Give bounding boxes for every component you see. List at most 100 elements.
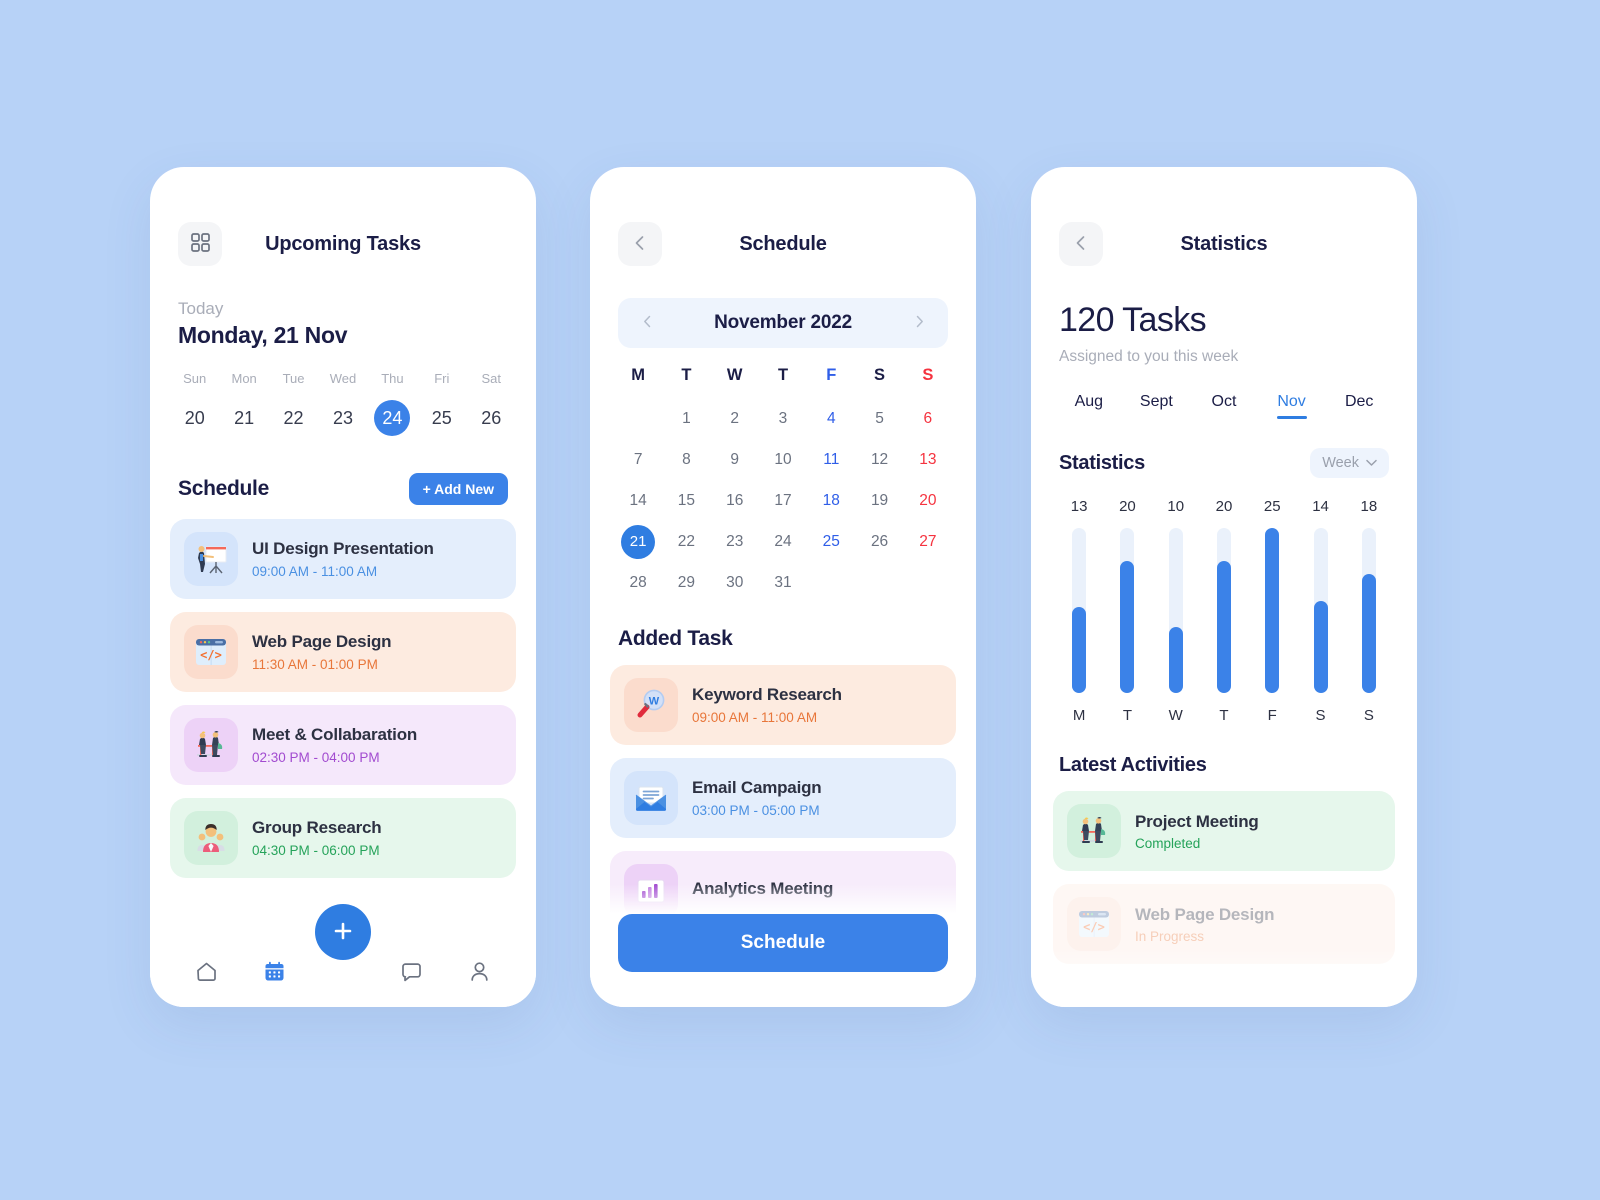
- calendar-weekday-header: S: [922, 366, 934, 384]
- calendar-day[interactable]: 26: [855, 525, 903, 559]
- back-button[interactable]: [618, 222, 662, 266]
- calendar-day[interactable]: 6: [904, 402, 952, 436]
- presentation-icon: [184, 532, 238, 586]
- task-card[interactable]: Email Campaign 03:00 PM - 05:00 PM: [610, 758, 956, 838]
- chevron-right-icon: [912, 314, 927, 332]
- nav-home[interactable]: [172, 959, 240, 987]
- calendar-day[interactable]: 20: [904, 484, 952, 518]
- calendar-day[interactable]: 24: [759, 525, 807, 559]
- chevron-left-icon: [631, 234, 649, 255]
- week-day-wed[interactable]: Wed 23: [318, 371, 367, 436]
- envelope-icon: [624, 771, 678, 825]
- calendar-day[interactable]: 13: [904, 443, 952, 477]
- calendar-day-empty: [904, 566, 952, 600]
- calendar-day[interactable]: 12: [855, 443, 903, 477]
- calendar-day[interactable]: 22: [662, 525, 710, 559]
- chart-bar-fill: [1361, 574, 1376, 693]
- nav-calendar[interactable]: [240, 959, 308, 987]
- task-card[interactable]: Group Research 04:30 PM - 06:00 PM: [170, 798, 516, 878]
- card-text: Email Campaign 03:00 PM - 05:00 PM: [692, 778, 822, 818]
- range-selector[interactable]: Week: [1310, 448, 1389, 478]
- chart-bar-track[interactable]: [1313, 528, 1328, 693]
- schedule-button[interactable]: Schedule: [618, 914, 948, 972]
- screen-upcoming-tasks: Upcoming Tasks Today Monday, 21 Nov Sun 2…: [150, 167, 536, 1007]
- calendar-day[interactable]: 19: [855, 484, 903, 518]
- canvas: Upcoming Tasks Today Monday, 21 Nov Sun 2…: [0, 0, 1600, 1200]
- back-button[interactable]: [1059, 222, 1103, 266]
- chat-icon: [399, 959, 424, 987]
- calendar-day[interactable]: 11: [807, 443, 855, 477]
- chevron-down-icon: [1366, 455, 1377, 471]
- tab-oct[interactable]: Oct: [1190, 393, 1258, 419]
- calendar-day[interactable]: 25: [807, 525, 855, 559]
- activity-name: Project Meeting: [1135, 811, 1259, 831]
- task-card[interactable]: </> Web Page Design 11:30 AM - 01:00 PM: [170, 612, 516, 692]
- calendar-day[interactable]: 1: [662, 402, 710, 436]
- calendar-day[interactable]: 5: [855, 402, 903, 436]
- chart-value-label: 18: [1360, 498, 1378, 515]
- calendar-day[interactable]: 4: [807, 402, 855, 436]
- calendar-day[interactable]: 9: [711, 443, 759, 477]
- chart-bar-track[interactable]: [1361, 528, 1376, 693]
- activity-card[interactable]: </> Web Page Design In Progress: [1053, 884, 1395, 964]
- calendar-weekday-header: T: [681, 366, 692, 384]
- week-day-mon[interactable]: Mon 21: [219, 371, 268, 436]
- calendar-day[interactable]: 7: [614, 443, 662, 477]
- calendar-day[interactable]: 31: [759, 566, 807, 600]
- activity-card[interactable]: Project Meeting Completed: [1053, 791, 1395, 871]
- chart-bar-track[interactable]: [1120, 528, 1135, 693]
- calendar-day[interactable]: 10: [759, 443, 807, 477]
- prev-month-button[interactable]: [636, 312, 658, 334]
- tab-dec[interactable]: Dec: [1325, 393, 1393, 419]
- chart-bar-track[interactable]: [1216, 528, 1231, 693]
- calendar-grid: M T W T F S S 1 2 3 4 5 6 7 8 9 10 11 12 13 14 15 16 17 18 19 20 21…: [614, 366, 952, 600]
- week-day-tue[interactable]: Tue 22: [269, 371, 318, 436]
- chart-column: 20 T: [1103, 498, 1151, 724]
- tab-aug[interactable]: Aug: [1055, 393, 1123, 419]
- tab-nov[interactable]: Nov: [1258, 393, 1326, 419]
- calendar-day[interactable]: 21: [614, 525, 662, 559]
- added-task-title: Added Task: [618, 627, 733, 650]
- task-list: UI Design Presentation 09:00 AM - 11:00 A…: [170, 519, 516, 878]
- calendar-day[interactable]: 3: [759, 402, 807, 436]
- calendar-day[interactable]: 15: [662, 484, 710, 518]
- calendar-day[interactable]: 23: [711, 525, 759, 559]
- week-day-label: Sun: [183, 371, 207, 386]
- add-task-fab[interactable]: [315, 904, 371, 960]
- calendar-day[interactable]: 30: [711, 566, 759, 600]
- add-new-button[interactable]: + Add New: [408, 473, 508, 505]
- calendar-day[interactable]: 29: [662, 566, 710, 600]
- calendar-day[interactable]: 16: [711, 484, 759, 518]
- week-day-sat[interactable]: Sat 26: [467, 371, 516, 436]
- week-day-fri[interactable]: Fri 25: [417, 371, 466, 436]
- task-card[interactable]: W Keyword Research 09:00 AM - 11:00 AM: [610, 665, 956, 745]
- week-day-number: 23: [332, 408, 353, 428]
- calendar-day[interactable]: 2: [711, 402, 759, 436]
- chart-bar-fill: [1216, 561, 1231, 693]
- calendar-day[interactable]: 28: [614, 566, 662, 600]
- nav-profile[interactable]: [446, 959, 514, 987]
- task-card[interactable]: Meet & Collabaration 02:30 PM - 04:00 PM: [170, 705, 516, 785]
- tab-sept[interactable]: Sept: [1123, 393, 1191, 419]
- activity-status: Completed: [1135, 835, 1201, 851]
- week-day-number: 24: [374, 400, 411, 436]
- next-month-button[interactable]: [908, 312, 930, 334]
- task-name: Analytics Meeting: [692, 878, 834, 898]
- chart-bar-track[interactable]: [1072, 528, 1087, 693]
- svg-text:</>: </>: [200, 648, 222, 662]
- calendar-day-empty: [614, 402, 662, 436]
- chart-column: 18 S: [1345, 498, 1393, 724]
- chart-bar-track[interactable]: [1265, 528, 1280, 693]
- calendar-day[interactable]: 27: [904, 525, 952, 559]
- week-day-sun[interactable]: Sun 20: [170, 371, 219, 436]
- week-day-thu[interactable]: Thu 24: [368, 371, 417, 436]
- activity-name: Web Page Design: [1135, 904, 1275, 924]
- calendar-day[interactable]: 18: [807, 484, 855, 518]
- chart-bar-track[interactable]: [1168, 528, 1183, 693]
- calendar-day[interactable]: 8: [662, 443, 710, 477]
- grid-menu-button[interactable]: [178, 222, 222, 266]
- calendar-day[interactable]: 14: [614, 484, 662, 518]
- calendar-day[interactable]: 17: [759, 484, 807, 518]
- task-card[interactable]: UI Design Presentation 09:00 AM - 11:00 A…: [170, 519, 516, 599]
- nav-chat[interactable]: [377, 959, 445, 987]
